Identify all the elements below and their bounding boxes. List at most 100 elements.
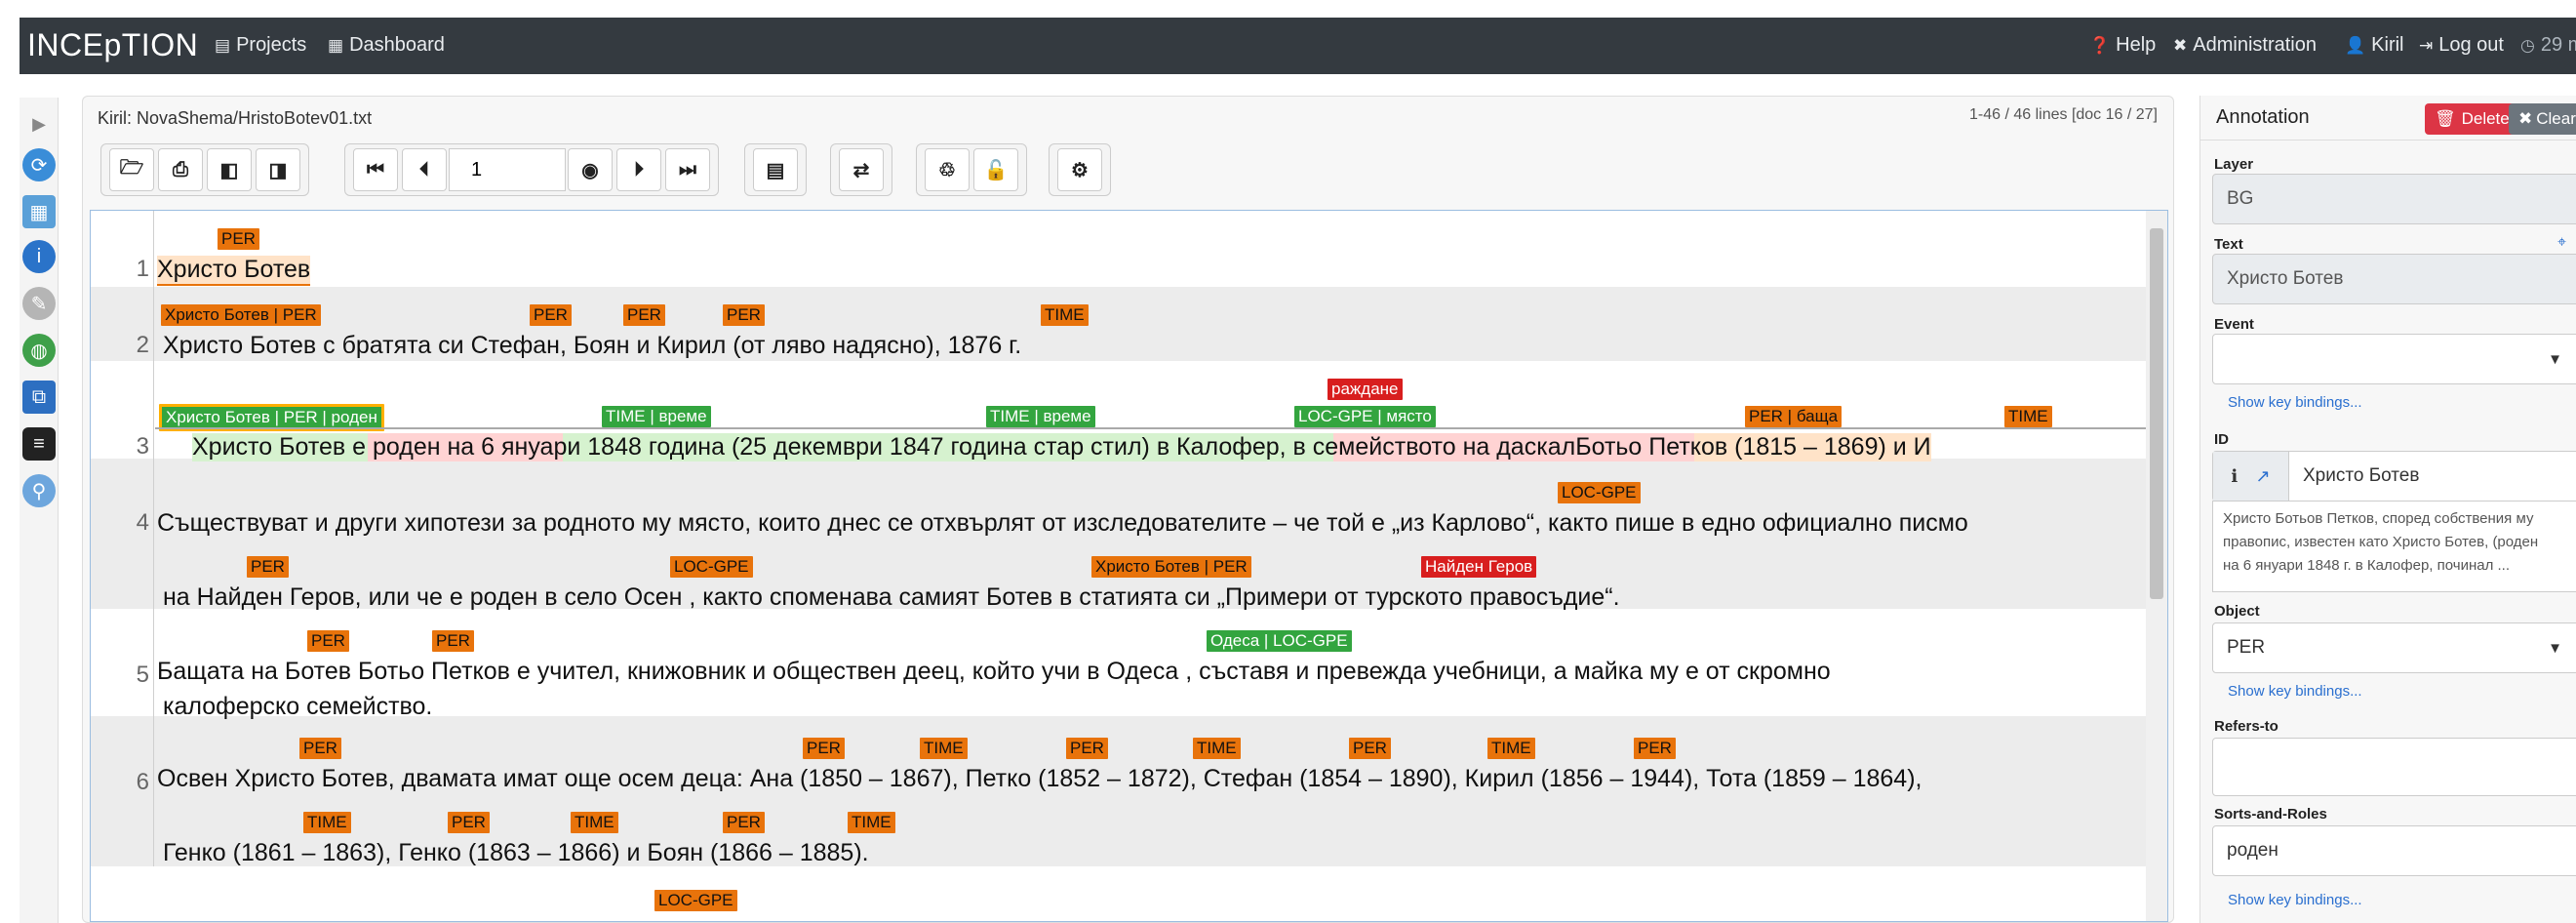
object-select[interactable]: PER ▼ (2212, 622, 2576, 673)
text-direction-icon[interactable]: ⇄ (839, 148, 884, 191)
reset-icon[interactable]: ♲ (925, 148, 970, 191)
nav-projects[interactable]: ▤ Projects (215, 34, 306, 57)
annotation-label-naiden-gerov[interactable]: Найден Геров (1421, 556, 1537, 578)
first-page-icon[interactable]: ⏮ (353, 148, 398, 191)
search-icon[interactable]: ⚲ (22, 474, 56, 507)
annotation-label-per[interactable]: PER (299, 738, 341, 759)
chevron-down-icon: ▼ (2548, 351, 2562, 368)
layer-label: Layer (2214, 156, 2254, 173)
nav-user[interactable]: 👤 Kiril (2345, 34, 2404, 57)
unlock-icon[interactable]: 🔓 (973, 148, 1018, 191)
annotation-label-time[interactable]: TIME (848, 812, 895, 833)
app-brand[interactable]: INCEpTION (27, 27, 198, 63)
annotation-label-time[interactable]: TIME (1041, 304, 1089, 326)
recommender-icon[interactable]: ⧉ (22, 381, 56, 414)
refers-to-field[interactable] (2212, 738, 2576, 796)
tag-icon[interactable]: ✎ (22, 287, 56, 320)
annotation-label-per[interactable]: PER (723, 812, 765, 833)
annotation-label-per-bashta[interactable]: PER | баща (1745, 406, 1843, 427)
annotation-label-botev-only-per[interactable]: Христо Ботев | PER (1091, 556, 1251, 578)
layout-icon[interactable]: ▦ (22, 195, 56, 228)
info-icon[interactable]: ℹ (2231, 466, 2238, 487)
annotation-label-per[interactable]: PER (432, 630, 474, 652)
event-select[interactable]: ▼ (2212, 334, 2576, 384)
refresh-icon[interactable]: ⟳ (22, 148, 56, 181)
previous-document-icon[interactable]: ◧ (207, 148, 252, 191)
toolbar-group-state: ♲ 🔓 (916, 143, 1027, 196)
annotation-label-per[interactable]: PER (247, 556, 289, 578)
annotation-label-razhdane[interactable]: раждане (1328, 379, 1403, 400)
annotation-title: Annotation (2216, 106, 2310, 128)
annotation-label-per[interactable]: PER (307, 630, 349, 652)
clock-icon: ◷ (2520, 36, 2535, 55)
line-1-text: Христо Ботев (157, 256, 311, 286)
settings-gear-icon[interactable]: ⚙ (1057, 148, 1102, 191)
annotation-label-time-vreme[interactable]: TIME | време (602, 406, 711, 427)
annotation-label-per[interactable]: PER (623, 304, 665, 326)
next-page-icon[interactable]: ⏵ (616, 148, 661, 191)
editor-scrollbar[interactable] (2146, 211, 2167, 921)
id-value: Христо Ботев (2303, 465, 2420, 486)
previous-page-icon[interactable]: ⏴ (402, 148, 447, 191)
page-number-input[interactable]: 1 (449, 148, 566, 191)
annotation-label-per[interactable]: PER (803, 738, 845, 759)
annotation-label-time[interactable]: TIME (571, 812, 618, 833)
id-tools: ℹ ↗ (2213, 452, 2289, 501)
line-1-bg (91, 211, 2161, 287)
external-link-icon[interactable]: ↗ (2256, 466, 2271, 487)
annotation-label-per[interactable]: PER (1634, 738, 1676, 759)
arc-line (155, 427, 2161, 429)
sorts-and-roles-field[interactable]: роден (2212, 825, 2576, 876)
text-label: Text (2214, 236, 2243, 253)
guidelines-icon[interactable]: ▤ (753, 148, 798, 191)
annotation-editor[interactable]: 1 2 3 4 5 6 PER Христо Ботев Христо Боте… (90, 210, 2168, 922)
line-6b-text: Генко (1861 – 1863), Генко (1863 – 1866)… (163, 839, 869, 866)
annotation-label-time[interactable]: TIME (920, 738, 968, 759)
export-icon[interactable]: ⎙ (158, 148, 203, 191)
event-label: Event (2214, 316, 2254, 333)
next-document-icon[interactable]: ◨ (256, 148, 300, 191)
annotation-label-loc-gpe[interactable]: LOC-GPE (670, 556, 753, 578)
annotation-label-time[interactable]: TIME (1193, 738, 1241, 759)
annotation-label-odesa-loc[interactable]: Одеса | LOC-GPE (1207, 630, 1352, 652)
id-field[interactable]: ℹ ↗ Христо Ботев (2212, 451, 2576, 502)
document-info: 1-46 / 46 lines [doc 16 / 27] (1968, 106, 2158, 123)
nav-dashboard[interactable]: ▦ Dashboard (328, 34, 445, 57)
annotation-label-loc-gpe[interactable]: LOC-GPE (654, 890, 737, 911)
nav-logout[interactable]: ⇥ Log out (2419, 34, 2504, 57)
show-key-bindings-link[interactable]: Show key bindings... (2228, 892, 2362, 908)
show-key-bindings-link[interactable]: Show key bindings... (2228, 683, 2362, 700)
dashboard-icon: ▦ (328, 36, 344, 55)
annotation-label-time-vreme[interactable]: TIME | време (986, 406, 1095, 427)
globe-icon[interactable]: ◍ (22, 334, 56, 367)
annotation-label-loc-gpe-mqsto[interactable]: LOC-GPE | място (1294, 406, 1436, 427)
annotation-label-time[interactable]: TIME (1487, 738, 1535, 759)
clear-button[interactable]: ✖ Clear (2509, 103, 2576, 135)
annotation-label-per[interactable]: PER (530, 304, 572, 326)
eye-icon[interactable]: ◉ (568, 148, 613, 191)
scrollbar-thumb[interactable] (2150, 228, 2163, 599)
delete-button[interactable]: 🗑 Delete (2425, 103, 2519, 135)
line-7-bg (91, 866, 2161, 921)
annotation-label-per[interactable]: PER (1349, 738, 1391, 759)
annotation-label-per[interactable]: PER (218, 228, 259, 250)
open-document-icon[interactable]: 🗁 (109, 148, 154, 191)
comment-icon[interactable]: ≡ (22, 427, 56, 461)
show-key-bindings-link[interactable]: Show key bindings... (2228, 394, 2362, 411)
nav-help[interactable]: ❓ Help (2089, 34, 2156, 57)
annotation-label-per[interactable]: PER (448, 812, 490, 833)
annotation-label-per[interactable]: PER (1066, 738, 1108, 759)
line-5a-text: Бащата на Ботев Ботьо Петков е учител, к… (157, 658, 1831, 685)
line-2-text: Христо Ботев с братята си Стефан, Боян и… (163, 332, 1022, 359)
annotation-label-time[interactable]: TIME (2004, 406, 2052, 427)
nav-administration[interactable]: ✖ Administration (2173, 34, 2317, 57)
line-number: 6 (136, 769, 149, 795)
annotation-label-botev-per[interactable]: Христо Ботев | PER (161, 304, 321, 326)
annotation-label-time[interactable]: TIME (303, 812, 351, 833)
expand-sidebar-icon[interactable]: ▶ (22, 107, 56, 140)
info-icon[interactable]: i (22, 240, 56, 273)
annotation-label-per[interactable]: PER (723, 304, 765, 326)
last-page-icon[interactable]: ⏭ (665, 148, 710, 191)
crosshair-icon[interactable]: ⌖ (2557, 234, 2566, 252)
annotation-label-loc-gpe[interactable]: LOC-GPE (1558, 482, 1641, 503)
